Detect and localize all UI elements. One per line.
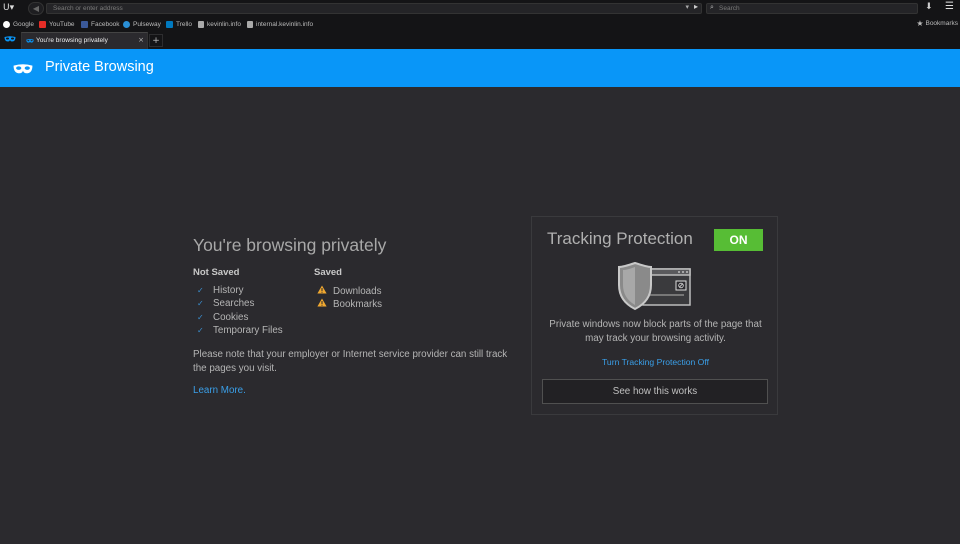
youtube-icon [39, 20, 46, 28]
list-item: Bookmarks [317, 298, 382, 310]
bookmarks-menu-label: Bookmarks [925, 20, 958, 27]
close-icon[interactable]: × [138, 36, 144, 44]
bookmark-label: Pulseway [133, 20, 161, 28]
private-mask-icon [13, 64, 33, 74]
checkmark-icon: ✓ [197, 326, 204, 335]
app-menu-button[interactable]: ᑌ▾ [3, 2, 19, 15]
private-mask-icon [4, 36, 16, 42]
facebook-icon [81, 20, 88, 28]
main-heading: You're browsing privately [193, 235, 387, 255]
bookmark-internal-kevinlin[interactable]: internal.kevinlin.info [247, 19, 313, 29]
bookmark-kevinlin[interactable]: kevinlin.info [198, 19, 241, 29]
saved-item: Downloads [333, 285, 382, 297]
checkmark-icon: ✓ [197, 286, 204, 295]
tracking-status-badge: ON [714, 229, 763, 251]
private-mask-icon [26, 39, 34, 43]
url-bar[interactable]: ▾ ▸ [46, 2, 702, 14]
bookmark-facebook[interactable]: Facebook [81, 19, 120, 29]
back-button[interactable]: ◀ [28, 2, 44, 15]
pulseway-icon [123, 20, 130, 28]
not-saved-item: Temporary Files [213, 325, 283, 336]
search-bar[interactable]: ⌕ [706, 3, 918, 14]
bookmark-trello[interactable]: Trello [166, 19, 192, 29]
turn-off-tracking-link[interactable]: Turn Tracking Protection Off [532, 357, 779, 367]
url-input[interactable] [53, 4, 673, 13]
bookmarks-menu-button[interactable]: ★ Bookmarks [916, 19, 958, 28]
not-saved-item: Cookies [213, 312, 249, 323]
bookmark-label: YouTube [49, 20, 75, 28]
list-item: ✓ Temporary Files [197, 325, 283, 336]
privacy-note: Please note that your employer or Intern… [193, 349, 508, 374]
saved-item: Bookmarks [333, 298, 382, 310]
star-icon: ★ [916, 19, 924, 28]
list-item: ✓ History [197, 285, 243, 296]
page-icon [198, 20, 204, 28]
checkmark-icon: ✓ [197, 299, 204, 308]
page-header: Private Browsing [0, 49, 960, 87]
new-tab-button[interactable]: + [149, 34, 163, 47]
bookmark-google[interactable]: Google [3, 19, 34, 29]
bookmark-youtube[interactable]: YouTube [39, 19, 75, 29]
tab-private-browsing[interactable]: You're browsing privately × [21, 32, 148, 49]
bookmark-label: Trello [176, 20, 193, 28]
bookmark-pulseway[interactable]: Pulseway [123, 19, 161, 29]
trello-icon [166, 20, 173, 28]
hamburger-menu-button[interactable]: ☰ [945, 1, 954, 12]
not-saved-heading: Not Saved [193, 267, 240, 278]
page-title: Private Browsing [45, 59, 154, 75]
bookmark-label: kevinlin.info [207, 20, 241, 28]
list-item: Downloads [317, 285, 381, 297]
google-icon [3, 20, 10, 28]
nav-toolbar: ᑌ▾ ◀ ▾ ▸ ⌕ ⬇ ☰ [0, 0, 960, 17]
search-icon: ⌕ [710, 3, 714, 11]
tab-strip: You're browsing privately × + [0, 31, 960, 49]
not-saved-item: Searches [213, 298, 255, 309]
warning-icon [317, 285, 333, 297]
tracking-shield-icon [618, 261, 691, 311]
search-input[interactable] [719, 4, 909, 13]
tracking-description: Private windows now block parts of the p… [549, 319, 762, 344]
bookmarks-toolbar: Google YouTube Facebook Pulseway Trello … [0, 17, 960, 31]
bookmark-label: internal.kevinlin.info [256, 20, 314, 28]
see-how-it-works-button[interactable]: See how this works [542, 379, 768, 404]
warning-icon [317, 298, 333, 310]
checkmark-icon: ✓ [197, 313, 204, 322]
list-item: ✓ Cookies [197, 312, 248, 323]
saved-heading: Saved [314, 267, 342, 278]
list-item: ✓ Searches [197, 298, 254, 309]
tracking-protection-card: Tracking Protection ON Private windows n… [531, 216, 778, 415]
url-dropdown-icon[interactable]: ▾ [685, 3, 689, 11]
page-icon [247, 20, 253, 28]
go-arrow-icon[interactable]: ▸ [694, 2, 698, 11]
bookmark-label: Facebook [91, 20, 120, 28]
tracking-protection-title: Tracking Protection [547, 229, 693, 248]
bookmark-label: Google [13, 20, 34, 28]
tab-title: You're browsing privately [36, 37, 108, 44]
not-saved-item: History [213, 285, 244, 296]
download-button[interactable]: ⬇ [925, 2, 933, 12]
learn-more-link[interactable]: Learn More. [193, 385, 246, 396]
